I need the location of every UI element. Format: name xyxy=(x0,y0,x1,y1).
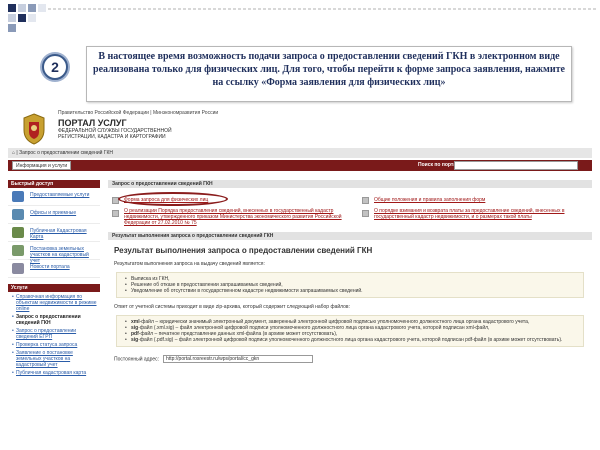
services-list: Справочная информация по объектам недвиж… xyxy=(8,292,100,376)
government-line[interactable]: Правительство Российской Федерации | Мин… xyxy=(58,110,218,116)
portal-title: ПОРТАЛ УСЛУГ xyxy=(58,118,127,128)
order-link[interactable]: О реализации Порядка предоставления свед… xyxy=(124,208,356,226)
portal-screenshot: Правительство Российской Федерации | Мин… xyxy=(8,106,592,446)
services-icon xyxy=(12,191,24,202)
result-intro: Результатом выполнения запроса на выдачу… xyxy=(114,261,265,267)
result-item: Уведомление об отсутствии в государствен… xyxy=(125,288,577,294)
quick-item[interactable]: Публичная Кадастровая Карта xyxy=(8,224,100,242)
search-input[interactable] xyxy=(454,161,578,170)
result-list: Выписка из ГКН,Решение об отказе в предо… xyxy=(116,272,584,298)
step-badge: 2 xyxy=(42,54,68,80)
highlight-oval xyxy=(118,192,228,206)
portal-header: Правительство Российской Федерации | Мин… xyxy=(8,106,592,152)
land-icon xyxy=(12,245,24,256)
quick-item[interactable]: Постановка земельных участков на кадастр… xyxy=(8,242,100,264)
news-icon xyxy=(12,263,24,274)
service-item[interactable]: Заявление о постановке земельных участко… xyxy=(12,350,98,368)
instruction-box: В настоящее время возможность подачи зап… xyxy=(86,46,572,102)
quick-item[interactable]: Предоставляемые услуги xyxy=(8,188,100,206)
request-links: Форма запроса для физических лиц Общие п… xyxy=(108,188,592,228)
zip-file-list: xml-файл – юридически значимый электронн… xyxy=(116,315,584,347)
quick-item[interactable]: Новости портала xyxy=(8,260,100,278)
service-item-current[interactable]: Запрос о предоставлении сведений ГКН xyxy=(12,314,98,326)
document-icon xyxy=(112,210,119,217)
coat-of-arms-icon xyxy=(23,113,45,145)
service-item[interactable]: Проверка статуса запроса xyxy=(12,342,98,348)
decorative-dashed-line xyxy=(48,8,596,10)
service-item[interactable]: Справочная информация по объектам недвиж… xyxy=(12,294,98,312)
general-rules-link[interactable]: Общие положения и правила заполнения фор… xyxy=(374,197,574,203)
address-label: Постоянный адрес: xyxy=(114,356,160,363)
offices-icon xyxy=(12,209,24,220)
quick-item-label: Новости портала xyxy=(30,264,70,270)
quick-access-header: Быстрый доступ xyxy=(8,180,100,188)
fees-link[interactable]: О порядке взимания и возврата платы за п… xyxy=(374,208,590,220)
info-services-button[interactable]: Информация и услуги xyxy=(12,161,72,170)
quick-item-label: Публичная Кадастровая Карта xyxy=(30,228,87,240)
zip-file-desc: -файл (.pdf.sig) – файл электронной цифр… xyxy=(138,337,563,343)
zip-file-item: sig-файл (.pdf.sig) – файл электронной ц… xyxy=(125,337,577,343)
breadcrumb: ⌂ | Запрос о предоставлении сведений ГКН xyxy=(8,148,592,158)
document-icon xyxy=(362,197,369,204)
sidebar: Быстрый доступ Предоставляемые услуги Офи… xyxy=(8,180,100,446)
map-icon xyxy=(12,227,24,238)
nav-bar: Информация и услуги Поиск по порталу: xyxy=(8,160,592,171)
permanent-address: Постоянный адрес: http://portal.rosreestr… xyxy=(114,355,586,363)
quick-item-label: Офисы и приемные xyxy=(30,210,77,216)
document-icon xyxy=(362,210,369,217)
instruction-text: В настоящее время возможность подачи зап… xyxy=(93,51,565,88)
result-title: Результат выполнения запроса о предостав… xyxy=(114,246,373,255)
breadcrumb-current: Запрос о предоставлении сведений ГКН xyxy=(19,150,114,156)
request-panel-header: Запрос о предоставлении сведений ГКН xyxy=(108,180,592,188)
address-field[interactable]: http://portal.rosreestr.ru/wps/portal/cc… xyxy=(163,355,314,363)
main-panel: Запрос о предоставлении сведений ГКН Фор… xyxy=(108,180,592,446)
quick-item[interactable]: Офисы и приемные xyxy=(8,206,100,224)
service-item[interactable]: Запрос о предоставлении сведений ЕГРП xyxy=(12,328,98,340)
result-panel-header: Результат выполнения запроса о предостав… xyxy=(108,232,592,240)
zip-intro: Ответ от учетной системы приходит в виде… xyxy=(114,304,350,310)
service-item[interactable]: Публичная кадастровая карта xyxy=(12,370,98,376)
quick-access-list: Предоставляемые услуги Офисы и приемные Пу… xyxy=(8,188,100,278)
quick-item-label: Предоставляемые услуги xyxy=(30,192,90,198)
portal-subtitle: ФЕДЕРАЛЬНОЙ СЛУЖБЫ ГОСУДАРСТВЕННОЙ РЕГИС… xyxy=(58,128,172,140)
services-header: Услуги xyxy=(8,284,100,292)
